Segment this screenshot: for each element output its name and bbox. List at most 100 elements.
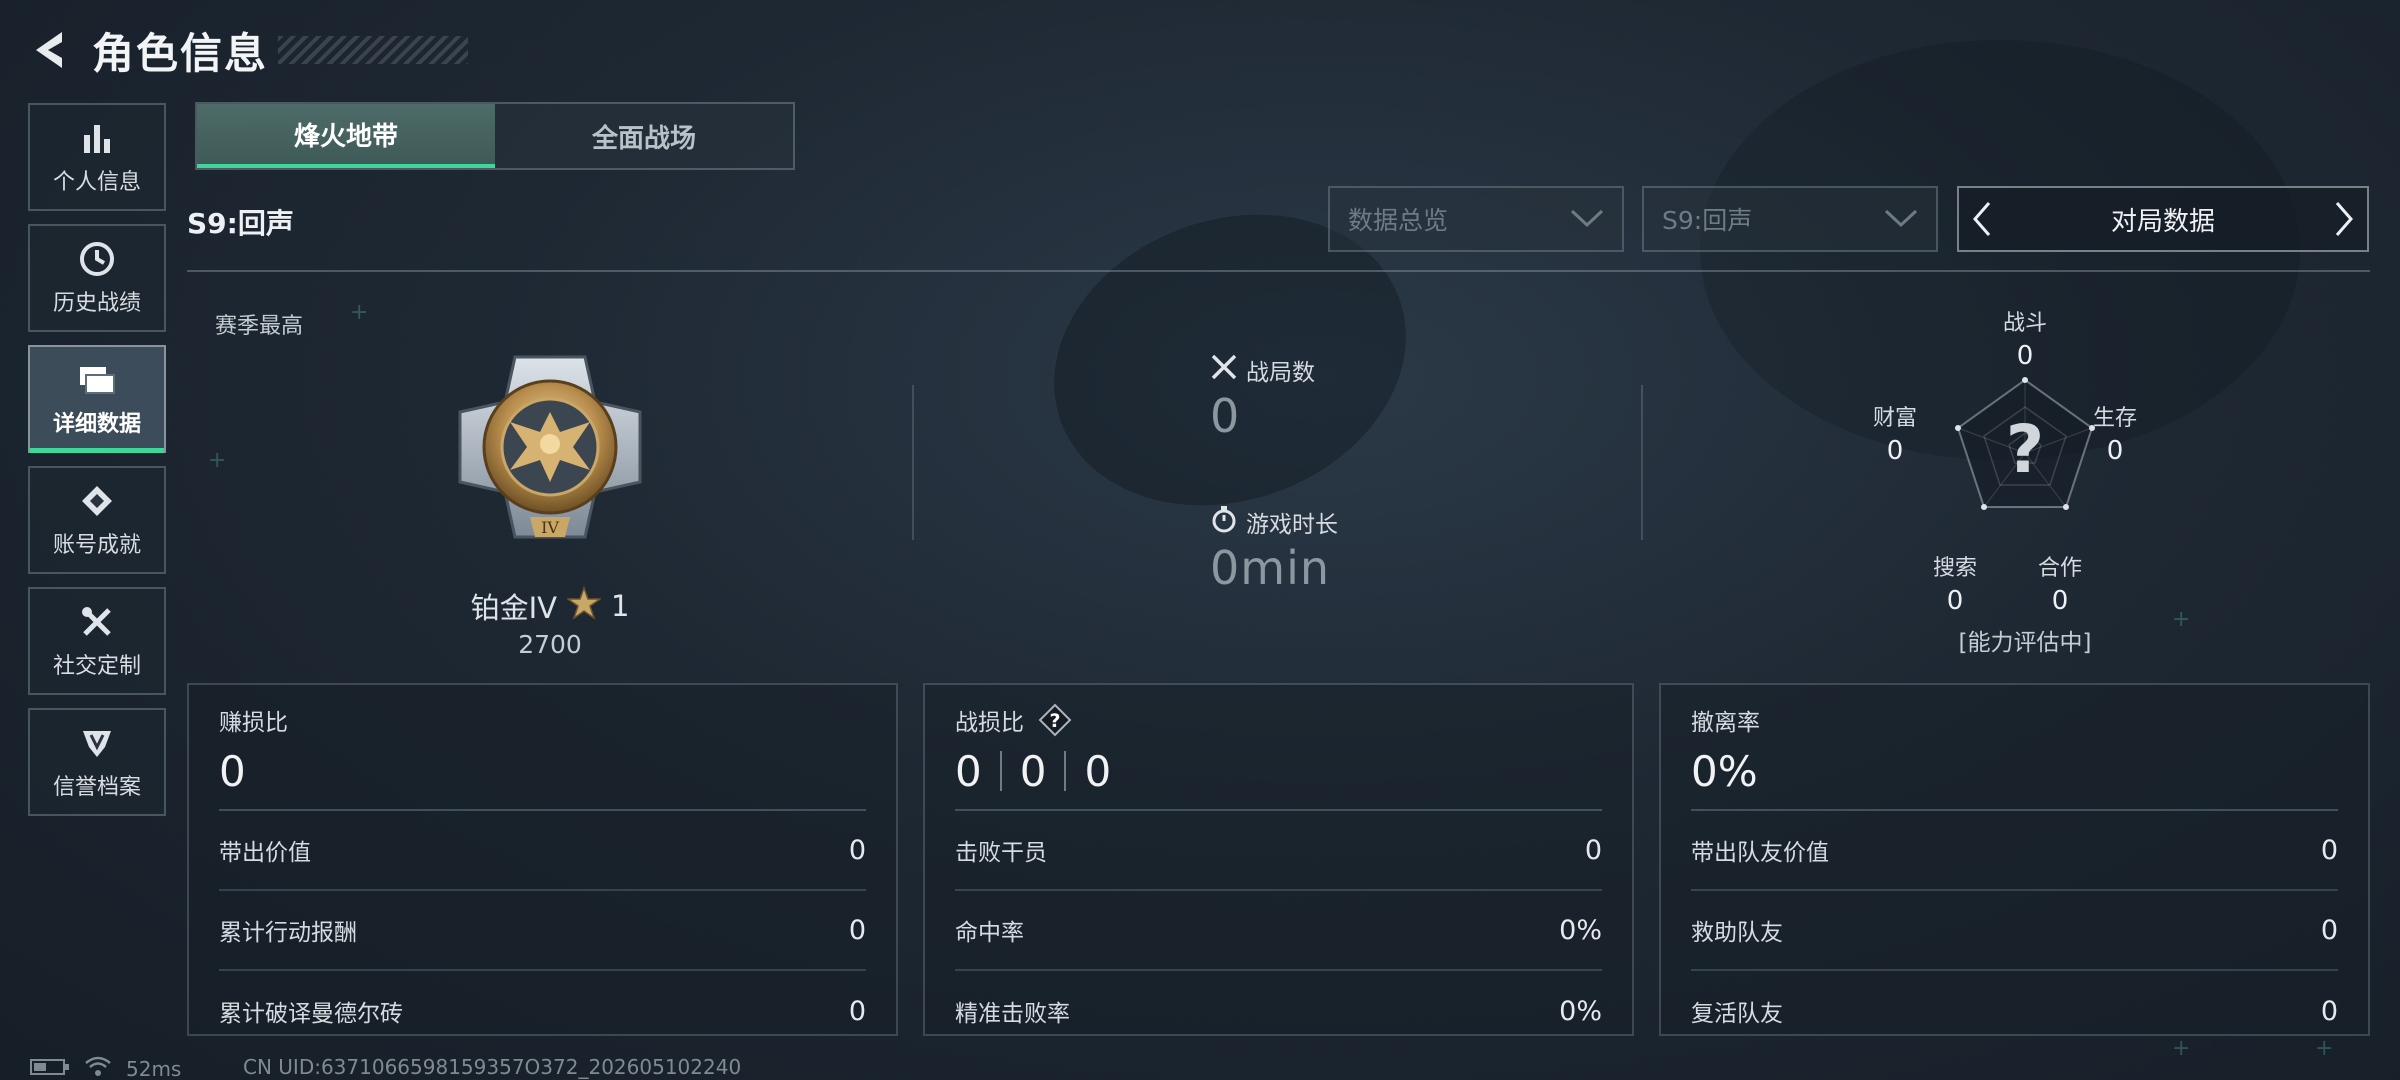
radar-value-search: 0 (1946, 586, 1964, 616)
extraction-rate-panel: 撤离率 0% 带出队友价值 0 救助队友 0 复活队友 0 (1659, 683, 2370, 1036)
stopwatch-icon (1210, 505, 1238, 539)
row-label: 累计行动报酬 (219, 920, 357, 946)
panel-title: 撤离率 (1691, 710, 1760, 736)
row-value: 0 (848, 914, 866, 946)
playtime-label: 游戏时长 (1246, 512, 1338, 538)
sidebar-item-detailed-data[interactable]: 详细数据 (28, 345, 166, 453)
section-divider (912, 385, 914, 540)
radar-label-combat: 战斗 (2002, 311, 2047, 336)
wifi-icon (84, 1055, 112, 1080)
row-value: 0 (2320, 834, 2338, 866)
rank-medal-icon: IV (455, 352, 645, 551)
folder-icon (77, 360, 117, 400)
radar-label-wealth: 财富 (1872, 406, 1917, 431)
row-label: 精准击败率 (955, 1001, 1070, 1027)
sidebar-item-reputation[interactable]: 信誉档案 (28, 708, 166, 816)
sidebar-item-label: 个人信息 (52, 170, 141, 195)
chevron-down-icon (1570, 205, 1604, 234)
sidebar-item-label: 社交定制 (52, 654, 141, 679)
radar-label-teamwork: 合作 (2037, 556, 2082, 581)
crossed-swords-icon (1210, 353, 1238, 387)
row-label: 带出价值 (219, 840, 311, 866)
radar-value-survival: 0 (2106, 436, 2124, 466)
divider (187, 270, 2370, 272)
rank-stars: 1 (610, 589, 630, 623)
chevron-left-icon[interactable] (1959, 188, 2005, 250)
rank-score: 2700 (518, 630, 582, 659)
matches-value: 0 (1210, 389, 1241, 443)
list-item: 复活队友 0 (1691, 971, 2338, 1051)
sidebar: 个人信息 历史战绩 详细数据 账号成就 社交定制 信誉档案 (28, 103, 166, 829)
sidebar-item-personal-info[interactable]: 个人信息 (28, 103, 166, 211)
radar-question-mark: ? (2006, 411, 2044, 488)
row-value: 0 (848, 995, 866, 1027)
medal-numeral: IV (541, 518, 559, 537)
radar-status-note: [能力评估中] (1958, 630, 2092, 656)
user-uid: CN UID:6371066598159357O372_202605102240 (243, 1055, 742, 1079)
battery-icon (30, 1057, 70, 1080)
sidebar-item-label: 账号成就 (52, 533, 141, 558)
chevron-down-icon (1884, 205, 1918, 234)
radar-label-survival: 生存 (2092, 406, 2137, 431)
list-item: 命中率 0% (955, 891, 1602, 971)
bar-chart-icon (77, 118, 117, 158)
row-label: 救助队友 (1691, 920, 1783, 946)
sidebar-item-social-custom[interactable]: 社交定制 (28, 587, 166, 695)
row-label: 复活队友 (1691, 1001, 1783, 1027)
radar-label-search: 搜索 (1932, 556, 1977, 581)
sidebar-item-achievements[interactable]: 账号成就 (28, 466, 166, 574)
grid-plus-icon: + (208, 448, 227, 473)
title-decoration (278, 36, 469, 64)
row-value: 0 (848, 834, 866, 866)
clock-icon (77, 239, 117, 279)
match-data-stepper: 对局数据 (1957, 186, 2369, 252)
help-mark: ? (1049, 710, 1060, 732)
panel-title: 赚损比 (219, 710, 288, 736)
matches-label: 战局数 (1246, 360, 1315, 386)
list-item: 带出价值 0 (219, 811, 866, 891)
row-value: 0% (1559, 914, 1602, 946)
ability-radar: ? 战斗 0 生存 0 合作 0 搜索 0 财富 0 [能力评估中] (1860, 305, 2190, 665)
list-item: 累计破译曼德尔砖 0 (219, 971, 866, 1051)
help-icon[interactable]: ? (1038, 703, 1072, 737)
season-dropdown[interactable]: S9:回声 (1642, 186, 1938, 252)
list-item: 累计行动报酬 0 (219, 891, 866, 971)
kill-death-panel: 战损比 ? 000 击败干员 0 命中率 0% 精准击败率 0% (923, 683, 1634, 1036)
panel-title: 战损比 (955, 710, 1024, 736)
header: 角色信息 (28, 20, 469, 80)
radar-value-teamwork: 0 (2051, 586, 2069, 616)
row-value: 0% (1559, 995, 1602, 1027)
season-best-label: 赛季最高 (215, 314, 304, 339)
rank-tier-row: 铂金IV 1 (440, 585, 660, 627)
season-dropdown-value: S9:回声 (1662, 206, 1753, 235)
sidebar-item-history[interactable]: 历史战绩 (28, 224, 166, 332)
row-value: 0 (2320, 914, 2338, 946)
ping-value: 52ms (126, 1056, 182, 1080)
list-item: 带出队友价值 0 (1691, 811, 2338, 891)
playtime-stat: 游戏时长 0min (1210, 505, 1338, 595)
list-item: 救助队友 0 (1691, 891, 2338, 971)
tab-beacon-zone[interactable]: 烽火地带 (197, 104, 495, 168)
mode-tabs: 烽火地带 全面战场 (195, 102, 795, 170)
overview-dropdown[interactable]: 数据总览 (1328, 186, 1624, 252)
row-label: 命中率 (955, 920, 1024, 946)
radar-value-combat: 0 (2016, 341, 2034, 371)
status-bar: 52ms (30, 1055, 181, 1080)
tools-icon (77, 602, 117, 642)
section-divider (1641, 385, 1643, 540)
badge-icon (77, 481, 117, 521)
sidebar-item-label: 历史战绩 (52, 291, 141, 316)
tab-full-battlefield[interactable]: 全面战场 (495, 104, 793, 168)
chevron-right-icon[interactable] (2321, 188, 2367, 250)
stepper-label: 对局数据 (2110, 206, 2215, 237)
death-value: 0 (1019, 746, 1047, 796)
matches-stat: 战局数 0 (1210, 353, 1315, 443)
page-title: 角色信息 (92, 28, 269, 78)
back-arrow-icon[interactable] (28, 28, 68, 72)
panel-big-value: 0% (1691, 746, 1758, 796)
row-value: 0 (1584, 834, 1602, 866)
radar-value-wealth: 0 (1886, 436, 1904, 466)
row-label: 带出队友价值 (1691, 840, 1829, 866)
overview-dropdown-value: 数据总览 (1348, 206, 1449, 235)
row-label: 击败干员 (955, 840, 1047, 866)
